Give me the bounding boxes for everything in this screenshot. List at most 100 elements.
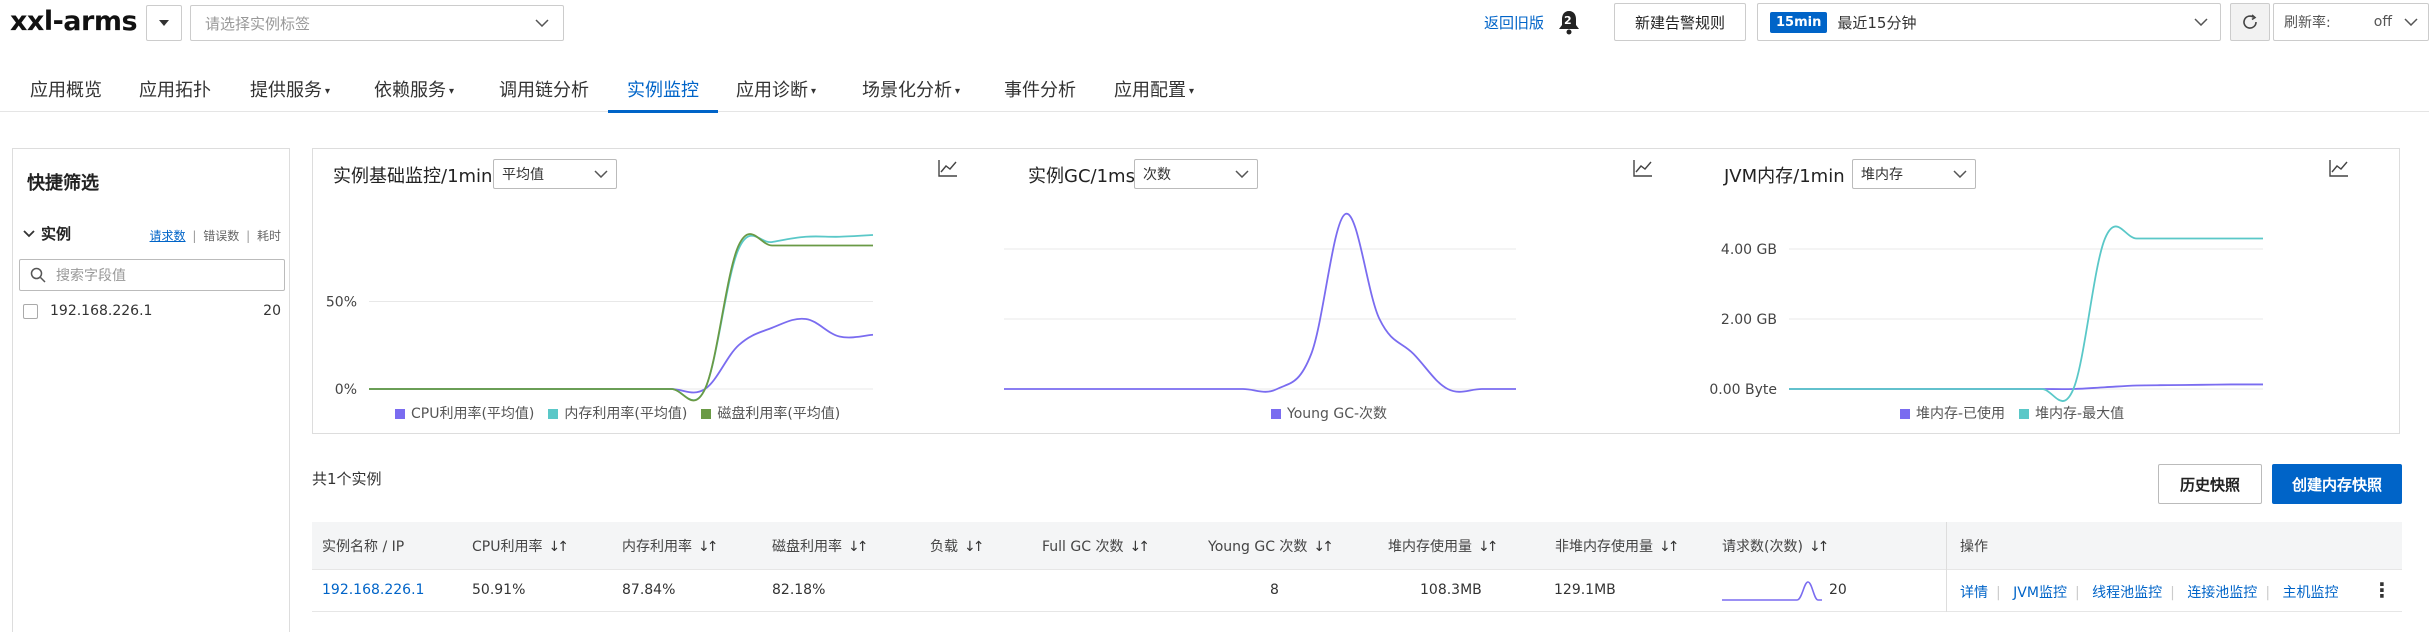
legend-item[interactable]: 内存利用率(平均值)	[548, 406, 687, 422]
legend-item[interactable]: 磁盘利用率(平均值)	[701, 406, 840, 422]
metric-errors[interactable]: 错误数	[203, 229, 239, 243]
column-header-disk[interactable]: 磁盘利用率 ↓↑	[772, 536, 869, 556]
y-tick-label: 4.00 GB	[1721, 242, 1777, 258]
column-divider	[1946, 522, 1947, 612]
tab-app-config[interactable]: 应用配置 ▾	[1114, 76, 1194, 102]
tab-event-analysis[interactable]: 事件分析	[1004, 76, 1076, 102]
tab-app-topology[interactable]: 应用拓扑	[139, 76, 211, 102]
legend-item[interactable]: 堆内存-最大值	[2019, 406, 2124, 422]
series-line-1	[369, 234, 874, 402]
tab-instance-monitoring[interactable]: 实例监控	[627, 76, 699, 102]
metric-latency[interactable]: 耗时	[257, 229, 281, 243]
notification-count: 2	[1564, 14, 1572, 27]
jvm-memory-chart: 0.00 Byte2.00 GB4.00 GB22:4022:4522:50	[1709, 225, 2264, 402]
sort-icon[interactable]: ↓↑	[698, 539, 719, 555]
legend-label: 磁盘利用率(平均值)	[717, 406, 841, 422]
sort-icon[interactable]: ↓↑	[848, 539, 869, 555]
line-chart-icon[interactable]	[938, 159, 958, 177]
legend-item[interactable]: Young GC-次数	[1271, 406, 1387, 422]
legend-swatch	[1900, 409, 1910, 419]
refresh-button[interactable]	[2230, 3, 2270, 41]
column-header-nonheap[interactable]: 非堆内存使用量 ↓↑	[1555, 536, 1680, 556]
more-actions-icon[interactable]: ⋮	[2372, 578, 2392, 602]
sort-icon[interactable]: ↓↑	[964, 539, 985, 555]
gc-chart-title: 实例GC/1ms	[1028, 166, 1135, 187]
tab-scenario-analysis[interactable]: 场景化分析 ▾	[862, 76, 960, 102]
legend-item[interactable]: 堆内存-已使用	[1900, 406, 2005, 422]
back-old-version-link[interactable]: 返回旧版	[1484, 12, 1544, 33]
time-range-select[interactable]: 15min 最近15分钟	[1757, 3, 2221, 41]
caret-down-icon: ▾	[811, 85, 817, 97]
tab-app-overview[interactable]: 应用概览	[30, 76, 102, 102]
gc-metric-select[interactable]: 次数	[1134, 159, 1258, 189]
action-jvm-link[interactable]: JVM监控	[2013, 585, 2067, 601]
caret-down-icon: ▾	[955, 85, 961, 97]
sort-icon[interactable]: ↓↑	[1313, 539, 1334, 555]
cell-memory: 87.84%	[622, 582, 676, 598]
gc-chart-legend: Young GC-次数	[1271, 403, 1401, 423]
cell-cpu: 50.91%	[472, 582, 526, 598]
column-header-young-gc[interactable]: Young GC 次数 ↓↑	[1208, 536, 1334, 556]
filter-item[interactable]: 192.168.226.1 20	[23, 303, 281, 319]
legend-swatch	[701, 409, 712, 419]
action-host-link[interactable]: 主机监控	[2282, 585, 2338, 601]
cell-disk: 82.18%	[772, 582, 826, 598]
sort-icon[interactable]: ↓↑	[1129, 539, 1150, 555]
basic-agg-select[interactable]: 平均值	[493, 159, 617, 189]
column-header-requests[interactable]: 请求数(次数) ↓↑	[1722, 536, 1830, 556]
caret-down-icon: ▾	[449, 85, 455, 97]
requests-sparkline-line	[1722, 581, 1822, 601]
caret-down-icon	[159, 20, 169, 26]
legend-label: 堆内存-已使用	[1916, 406, 2006, 422]
filter-search-input[interactable]: 搜索字段值	[19, 259, 285, 291]
refresh-rate-select[interactable]: 刷新率: off	[2273, 3, 2429, 41]
column-header-full-gc[interactable]: Full GC 次数 ↓↑	[1042, 536, 1150, 556]
history-snapshot-button[interactable]: 历史快照	[2158, 464, 2262, 504]
action-connpool-link[interactable]: 连接池监控	[2187, 585, 2257, 601]
jvm-memory-value: 堆内存	[1861, 167, 1903, 183]
series-line-2	[369, 233, 873, 402]
line-chart-icon[interactable]	[2329, 159, 2349, 177]
sort-icon[interactable]: ↓↑	[1478, 539, 1499, 555]
legend-label: CPU利用率(平均值)	[411, 406, 535, 422]
action-detail-link[interactable]: 详情	[1960, 585, 1988, 601]
legend-label: 堆内存-最大值	[2035, 406, 2125, 422]
cell-young-gc: 8	[1270, 582, 1279, 598]
instance-ip-link[interactable]: 192.168.226.1	[322, 582, 424, 598]
notification-bell[interactable]: 2	[1556, 8, 1582, 36]
sort-icon[interactable]: ↓↑	[1809, 539, 1830, 555]
instance-group-toggle[interactable]: 实例	[23, 223, 71, 244]
jvm-memory-select[interactable]: 堆内存	[1852, 159, 1976, 189]
gc-chart: 02422:4022:4522:50	[1004, 213, 1516, 393]
line-chart-icon[interactable]	[1633, 159, 1653, 177]
tab-dependent-services[interactable]: 依赖服务 ▾	[374, 76, 454, 102]
filter-item-checkbox[interactable]	[23, 303, 38, 319]
app-switch-button[interactable]	[146, 5, 182, 41]
action-threadpool-link[interactable]: 线程池监控	[2092, 585, 2162, 601]
column-header-cpu[interactable]: CPU利用率 ↓↑	[472, 536, 569, 556]
tab-trace-analysis[interactable]: 调用链分析	[499, 76, 589, 102]
table-row: 192.168.226.1 50.91% 87.84% 82.18% 8 108…	[312, 570, 2402, 612]
tab-provided-services[interactable]: 提供服务 ▾	[250, 76, 330, 102]
filter-item-count: 20	[263, 303, 281, 319]
series-line-1	[1789, 225, 2263, 402]
instance-table: 实例名称 / IP CPU利用率 ↓↑ 内存利用率 ↓↑ 磁盘利用率 ↓↑ 负载 ↓↑ …	[312, 522, 2402, 612]
column-header-heap[interactable]: 堆内存使用量 ↓↑	[1388, 536, 1499, 556]
metric-requests[interactable]: 请求数	[150, 229, 186, 243]
legend-item[interactable]: CPU利用率(平均值)	[395, 406, 534, 422]
tab-app-diagnosis[interactable]: 应用诊断 ▾	[736, 76, 816, 102]
sort-icon[interactable]: ↓↑	[548, 539, 569, 555]
cell-heap: 108.3MB	[1420, 582, 1482, 598]
create-heap-snapshot-button[interactable]: 创建内存快照	[2272, 464, 2402, 504]
column-header-load[interactable]: 负载 ↓↑	[930, 536, 985, 556]
legend-label: Young GC-次数	[1287, 406, 1388, 422]
legend-label: 内存利用率(平均值)	[564, 406, 688, 422]
y-tick-label: 0%	[335, 382, 357, 398]
jvm-chart-title: JVM内存/1min	[1724, 166, 1845, 187]
column-header-memory[interactable]: 内存利用率 ↓↑	[622, 536, 719, 556]
sort-icon[interactable]: ↓↑	[1659, 539, 1680, 555]
jvm-chart-legend: 堆内存-已使用 堆内存-最大值	[1900, 403, 2138, 423]
new-alert-rule-button[interactable]: 新建告警规则	[1614, 3, 1746, 41]
quick-filter-panel: 快捷筛选 实例 请求数 | 错误数 | 耗时 搜索字段值 192.168.226…	[12, 148, 290, 632]
instance-tag-select[interactable]: 请选择实例标签	[190, 5, 564, 41]
